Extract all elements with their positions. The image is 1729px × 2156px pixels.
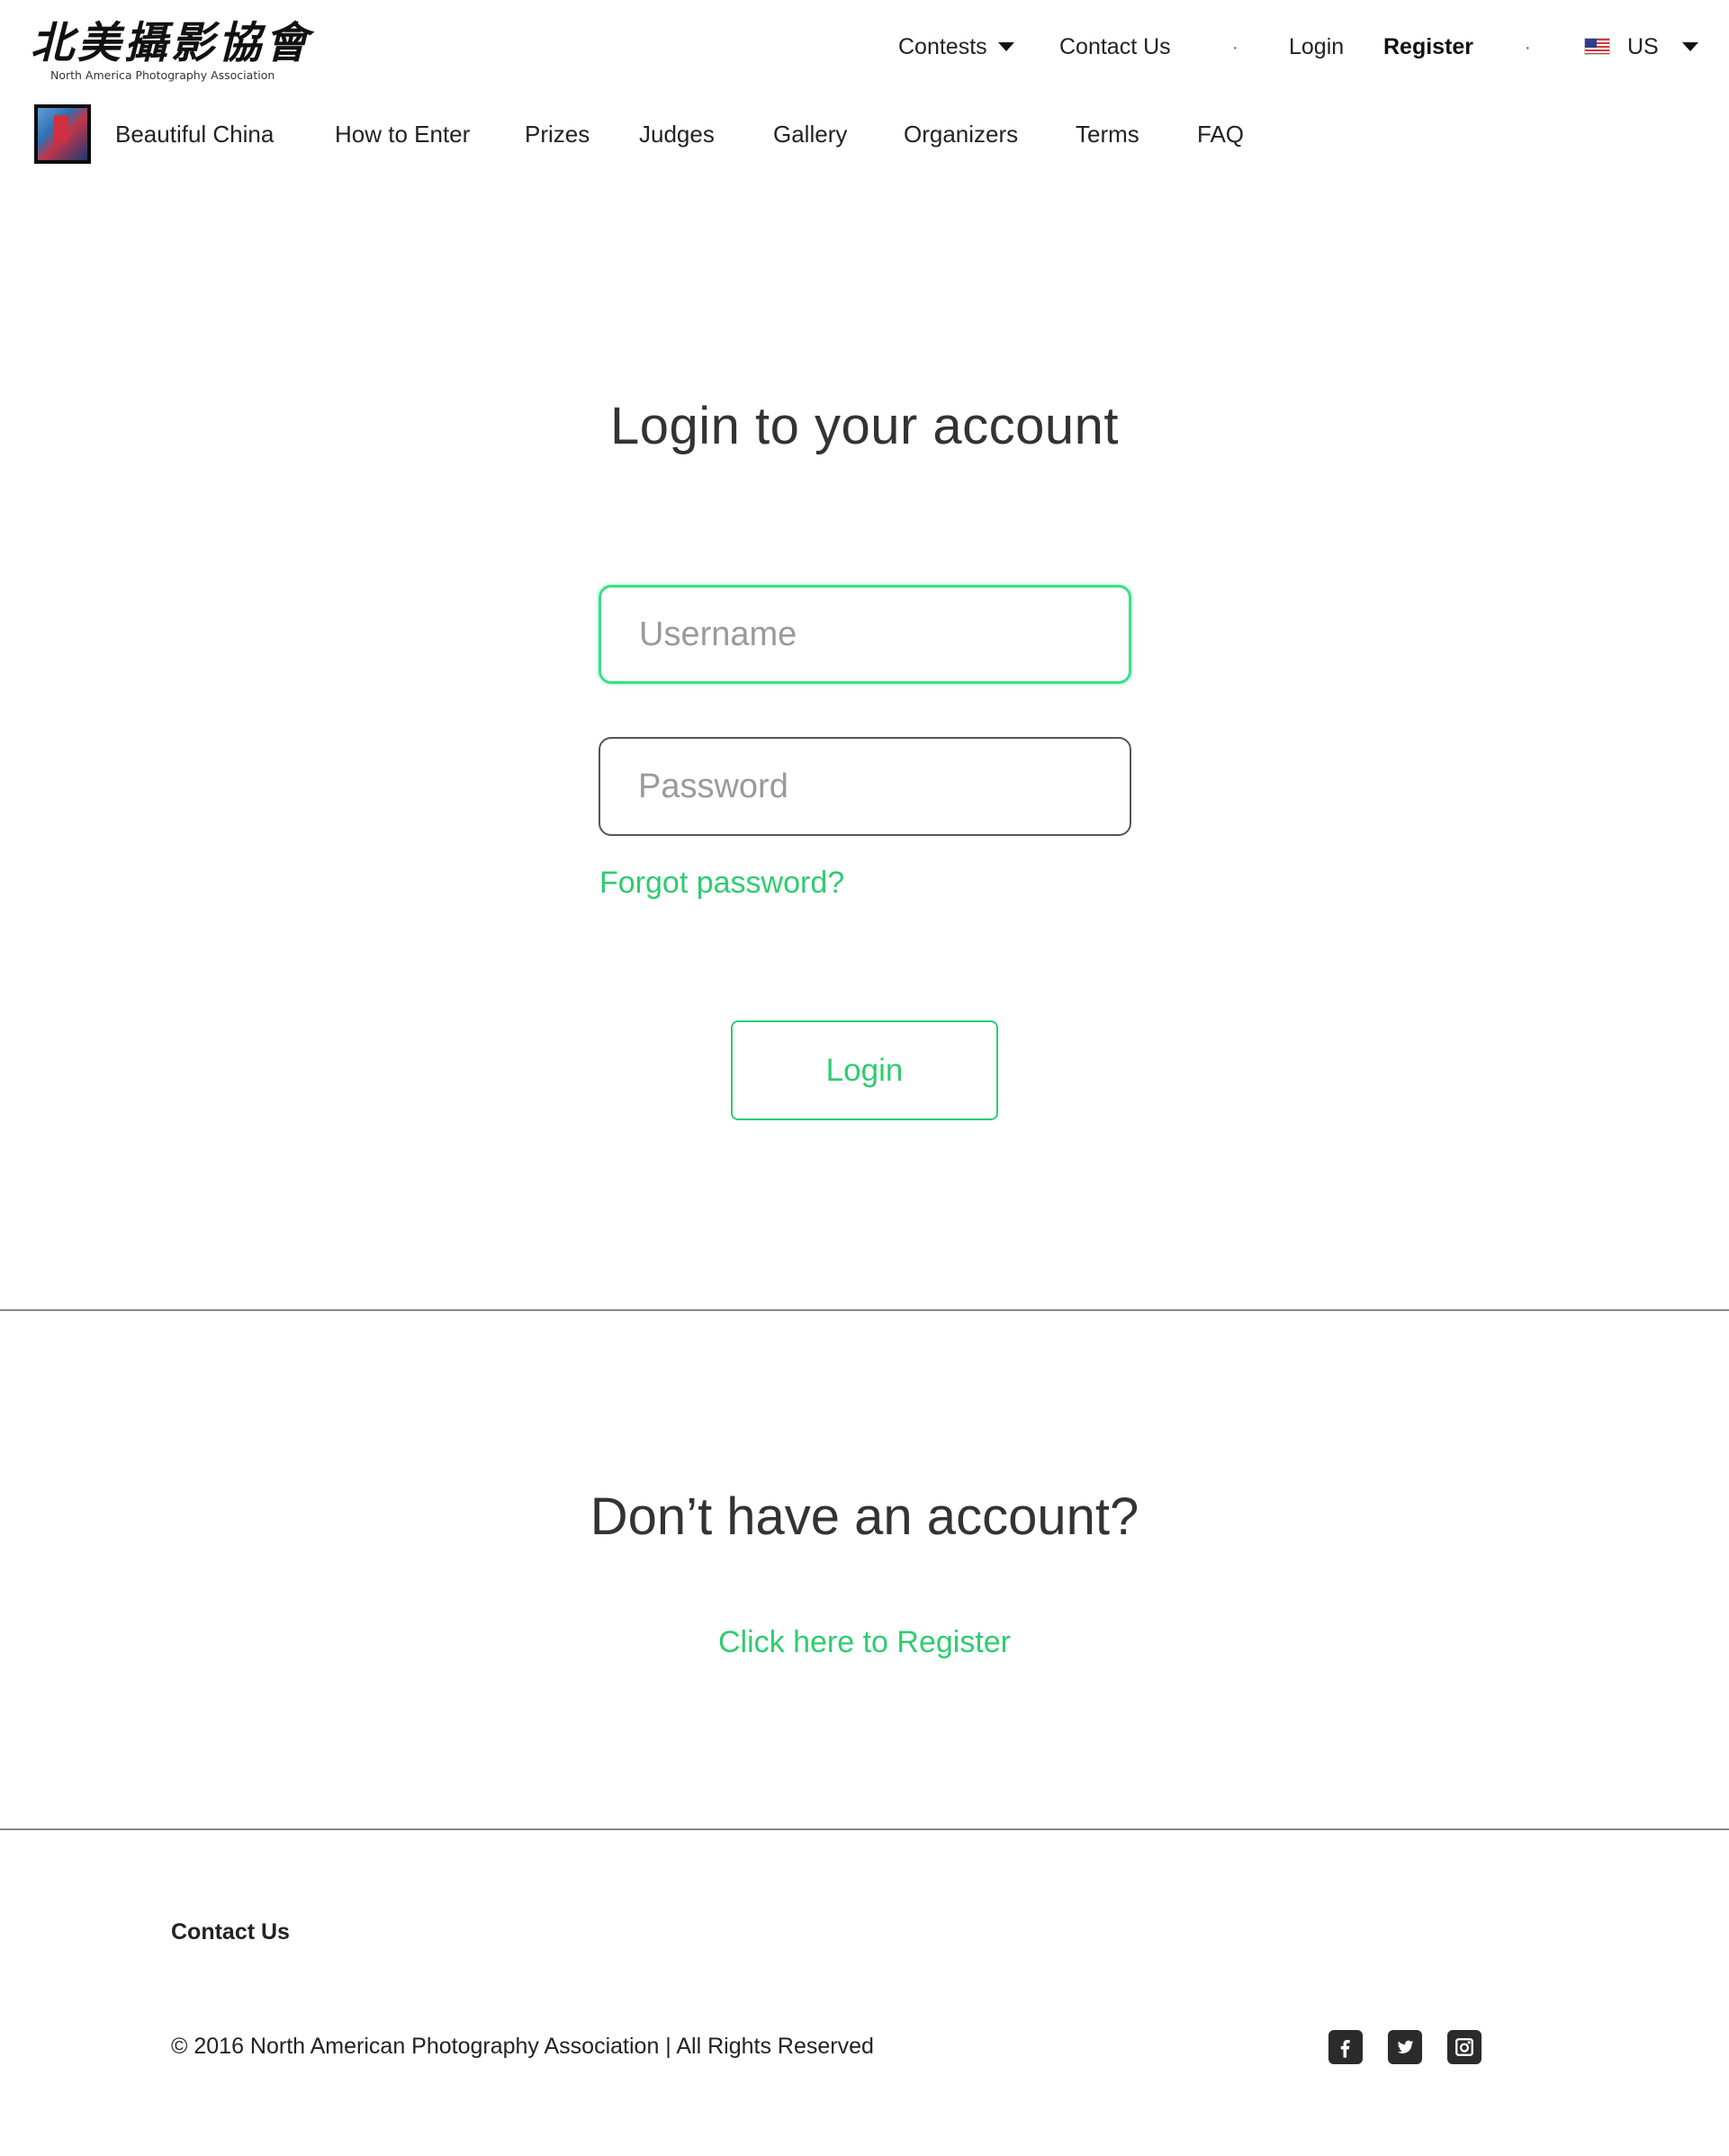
us-flag-icon <box>1584 38 1610 55</box>
contest-nav-judges[interactable]: Judges <box>639 119 715 149</box>
register-title: Don’t have an account? <box>590 1487 1139 1546</box>
contest-nav-prizes[interactable]: Prizes <box>525 119 590 149</box>
top-nav: Contests Contact Us · Login Register · U… <box>0 27 1729 67</box>
login-link[interactable]: Login <box>1289 32 1344 61</box>
contest-nav-faq[interactable]: FAQ <box>1197 119 1244 149</box>
password-input[interactable] <box>599 737 1131 836</box>
contest-nav-how-to-enter[interactable]: How to Enter <box>335 119 470 149</box>
language-label: US <box>1627 34 1659 59</box>
contest-nav-gallery[interactable]: Gallery <box>773 119 847 149</box>
chevron-down-icon <box>997 41 1014 51</box>
contest-nav-organizers[interactable]: Organizers <box>904 119 1018 149</box>
nav-separator: · <box>1525 38 1531 58</box>
login-button[interactable]: Login <box>731 1020 998 1120</box>
copyright-text: © 2016 North American Photography Associ… <box>171 2034 874 2059</box>
language-selector[interactable]: US <box>1627 32 1698 61</box>
contact-us-link[interactable]: Contact Us <box>1059 32 1171 61</box>
login-title: Login to your account <box>609 397 1120 455</box>
site-header: 北美攝影協會 North America Photography Associa… <box>0 0 1729 94</box>
contest-nav-terms[interactable]: Terms <box>1076 119 1139 149</box>
register-link[interactable]: Register <box>1383 32 1473 61</box>
footer-contact-link[interactable]: Contact Us <box>171 1919 290 1945</box>
contest-thumbnail[interactable] <box>34 104 91 164</box>
nav-separator: · <box>1232 38 1238 58</box>
instagram-icon[interactable] <box>1447 2030 1481 2064</box>
contests-label: Contests <box>898 34 987 59</box>
chevron-down-icon <box>1681 41 1698 51</box>
twitter-icon[interactable] <box>1388 2030 1422 2064</box>
facebook-icon[interactable] <box>1328 2030 1363 2064</box>
username-input[interactable] <box>599 585 1131 684</box>
contest-nav: Beautiful China How to Enter Prizes Judg… <box>0 101 1729 166</box>
contests-dropdown[interactable]: Contests <box>898 32 1014 61</box>
contest-nav-beautiful-china[interactable]: Beautiful China <box>115 119 274 149</box>
section-divider <box>0 1309 1729 1311</box>
click-to-register-link[interactable]: Click here to Register <box>0 1625 1729 1660</box>
logo-english-text: North America Photography Association <box>50 68 275 82</box>
forgot-password-link[interactable]: Forgot password? <box>599 866 844 901</box>
footer-divider <box>0 1828 1729 1830</box>
